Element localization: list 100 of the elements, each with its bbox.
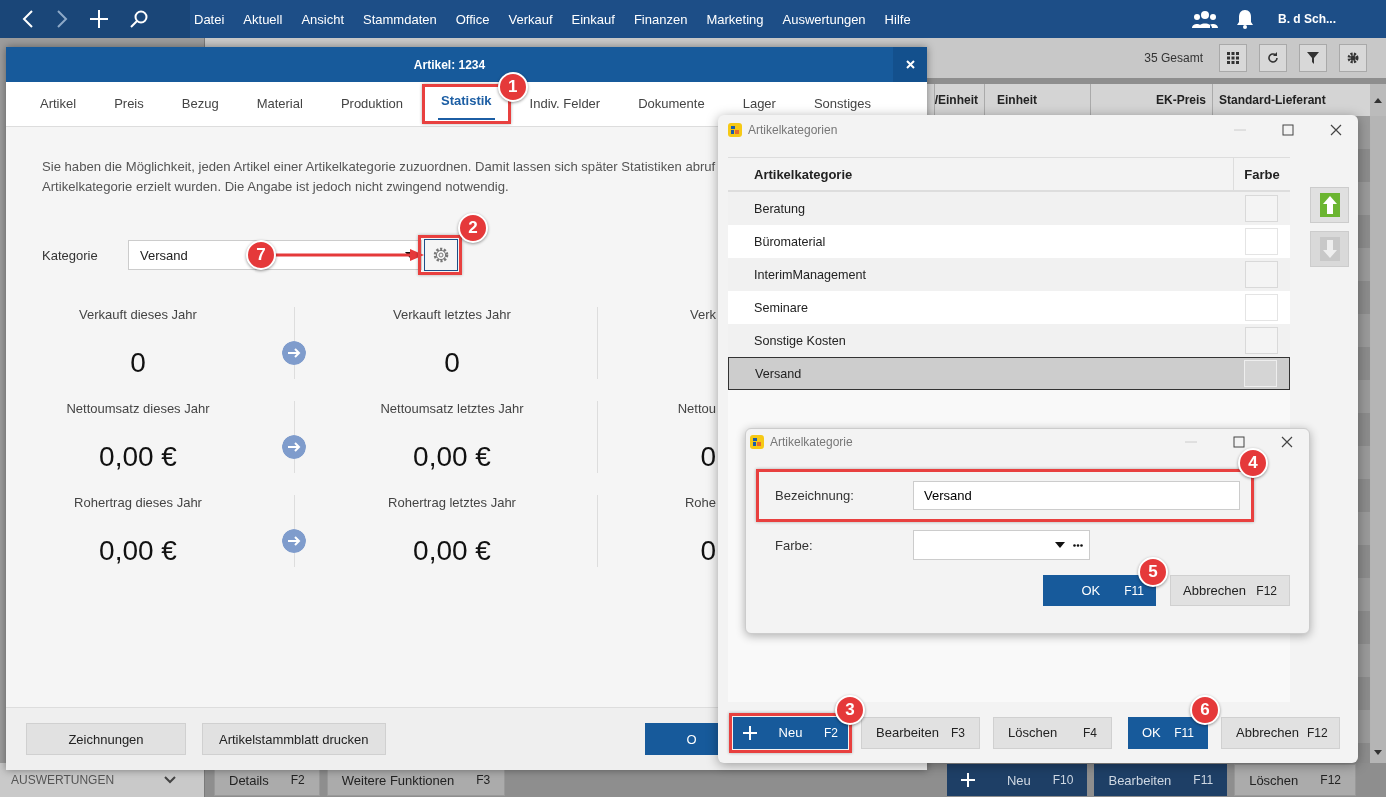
color-dropdown[interactable] [913,530,1090,560]
filter-icon [1307,52,1319,64]
action-button[interactable]: Artikelstammblatt drucken [202,723,386,755]
grid-icon [1227,52,1239,64]
action-button[interactable]: Bearbeiten F3 [861,716,980,749]
action-button[interactable]: Löschen F12 [1234,764,1356,796]
field-label: Kategorie [42,247,99,263]
window-title: Artikelkategorie [770,435,853,449]
table-row[interactable]: Sonstige Kosten [728,324,1290,357]
action-button[interactable]: Abbrechen F12 [1170,575,1290,606]
menu-item[interactable]: Stammdaten [363,11,437,27]
menu-item[interactable]: Auswertungen [782,11,866,27]
action-button[interactable]: Löschen F4 [993,716,1112,749]
caret-icon [1055,542,1065,548]
scrollbar[interactable] [1370,116,1386,763]
chevron-down-icon [164,776,176,784]
tab[interactable]: Indiv. Felder [526,82,604,126]
plus-icon [960,773,975,787]
menu-item[interactable]: Office [455,11,490,27]
tab[interactable]: Produktion [337,82,407,126]
close-button[interactable] [893,47,927,82]
stat-value: 0,00 € [99,441,177,473]
action-button[interactable]: Zeichnungen [26,723,186,755]
maximize-icon[interactable] [1233,436,1245,448]
menu-item[interactable]: Datei [194,11,225,27]
arrow-down-icon [1319,237,1340,261]
scroll-up-button[interactable] [1370,84,1386,116]
settings-button[interactable] [424,239,458,271]
table-row[interactable]: Beratung [728,192,1290,225]
stat-value: 0 [130,347,146,379]
color-swatch [1244,360,1277,387]
plus-icon[interactable] [90,10,108,28]
field-label: Farbe: [775,537,814,553]
menu-item[interactable]: Ansicht [301,11,345,27]
table-cell-text: Büromaterial [753,234,827,249]
action-button[interactable]: Bearbeiten F11 [1094,764,1228,796]
new-button[interactable]: Neu F2 [733,716,848,749]
maximize-icon[interactable] [1282,124,1294,136]
new-button[interactable]: Neu F10 [946,764,1088,796]
stat-value: 0,00 € [413,441,491,473]
color-swatch [1245,294,1278,321]
table-row[interactable]: InterimManagement [728,258,1290,291]
tab[interactable]: Artikel [37,82,80,126]
stat-value: 0,00 € [99,535,177,567]
settings-icon [1347,52,1359,64]
column-header[interactable]: Artikelkategorie [728,166,1233,182]
window-title: Artikel: 1234 [413,57,486,72]
tab[interactable]: Material [253,82,306,126]
stat-label: Rohertrag letztes Jahr [388,495,516,510]
close-icon [905,60,915,69]
action-button[interactable]: Abbrechen F12 [1221,716,1340,749]
table-row[interactable]: Versand [728,357,1290,390]
menu-item[interactable]: Verkauf [508,11,553,27]
stat-value: 0,00 € [413,535,491,567]
description-text: Artikelkategorie erzielt wurden. Die Angabe ist jedoch nicht zwingend notwendig. [42,178,509,196]
table-row[interactable]: Büromaterial [728,225,1290,258]
menu-item[interactable]: Einkauf [571,11,615,27]
stat-label: Verkauft dieses Jahr [79,307,197,322]
app-icon [750,435,764,449]
arrow-right-icon[interactable] [282,341,306,365]
refresh-button[interactable] [1259,44,1287,72]
stat-value: 0 [700,441,716,473]
action-button[interactable]: OK F11 [1128,716,1208,749]
close-icon[interactable] [1281,436,1293,448]
arrow-right-icon[interactable] [282,529,306,553]
filter-button[interactable] [1299,44,1327,72]
menu-item[interactable]: Hilfe [884,11,911,27]
move-up-button[interactable] [1310,187,1349,223]
menu-item[interactable]: Aktuell [243,11,283,27]
table-cell-text: InterimManagement [753,267,867,282]
record-count: 35 Gesamt [1144,51,1203,65]
tab[interactable]: Bezug [178,82,222,126]
color-swatch [1245,195,1278,222]
step-number: 4 [1238,448,1268,478]
back-icon[interactable] [22,10,34,28]
stat-value: 0 [444,347,460,379]
bell-icon[interactable] [1236,9,1254,29]
table-cell-text: Versand [754,366,803,381]
people-icon[interactable] [1192,10,1218,28]
search-icon[interactable] [130,10,148,28]
stat-label: Nettoumsatz letztes Jahr [380,401,524,416]
stat-label: Verkauft letztes Jahr [393,307,511,322]
tab[interactable]: Preis [111,82,147,126]
plus-icon [743,725,757,740]
step-number: 5 [1138,557,1168,587]
grid-button[interactable] [1219,44,1247,72]
menu-item[interactable]: Marketing [706,11,764,27]
settings-button[interactable] [1339,44,1367,72]
column-header[interactable]: Farbe [1233,158,1290,190]
table-cell-text: Beratung [753,201,807,216]
arrow-right-icon[interactable] [282,435,306,459]
settings-icon [432,246,450,264]
stat-value: 0 [700,535,716,567]
close-icon[interactable] [1330,124,1342,136]
table-row[interactable]: Seminare [728,291,1290,324]
input-field[interactable]: Versand [913,481,1240,510]
tab[interactable]: Dokumente [635,82,708,126]
menu-item[interactable]: Finanzen [633,11,688,27]
forward-icon[interactable] [56,10,68,28]
user-name[interactable]: B. d Sch... [1278,12,1336,26]
